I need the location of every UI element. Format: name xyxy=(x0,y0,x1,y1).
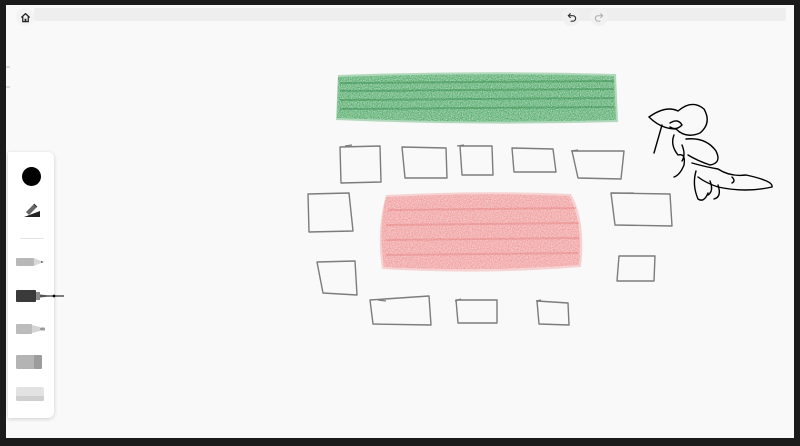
fountain-pen-icon[interactable] xyxy=(16,289,64,303)
chair-sketch xyxy=(339,145,382,184)
chair-sketch xyxy=(459,145,494,176)
toolbox-divider xyxy=(20,238,44,239)
chair-sketch xyxy=(307,192,354,233)
chair-sketch xyxy=(616,255,656,282)
stroke-width-icon[interactable] xyxy=(22,202,42,220)
ink-doodle xyxy=(647,103,773,201)
chair-sketch xyxy=(401,146,448,179)
chair-sketch xyxy=(571,150,625,180)
color-swatch-black[interactable] xyxy=(22,167,41,186)
app-frame xyxy=(0,0,800,446)
marker-icon[interactable] xyxy=(16,322,48,336)
chair-sketch xyxy=(316,260,358,296)
highlighter-icon[interactable] xyxy=(16,354,46,370)
tool-panel xyxy=(8,152,64,418)
chair-sketch xyxy=(610,192,673,227)
green-table-shape[interactable] xyxy=(336,72,618,124)
chair-sketch xyxy=(511,147,557,173)
pencil-icon[interactable] xyxy=(16,256,46,268)
drawing-layer xyxy=(307,72,773,326)
eraser-icon[interactable] xyxy=(16,386,46,402)
red-table-shape[interactable] xyxy=(379,192,583,272)
chair-sketch xyxy=(536,300,570,326)
drawing-canvas[interactable] xyxy=(6,5,794,438)
chair-sketch xyxy=(455,299,498,324)
